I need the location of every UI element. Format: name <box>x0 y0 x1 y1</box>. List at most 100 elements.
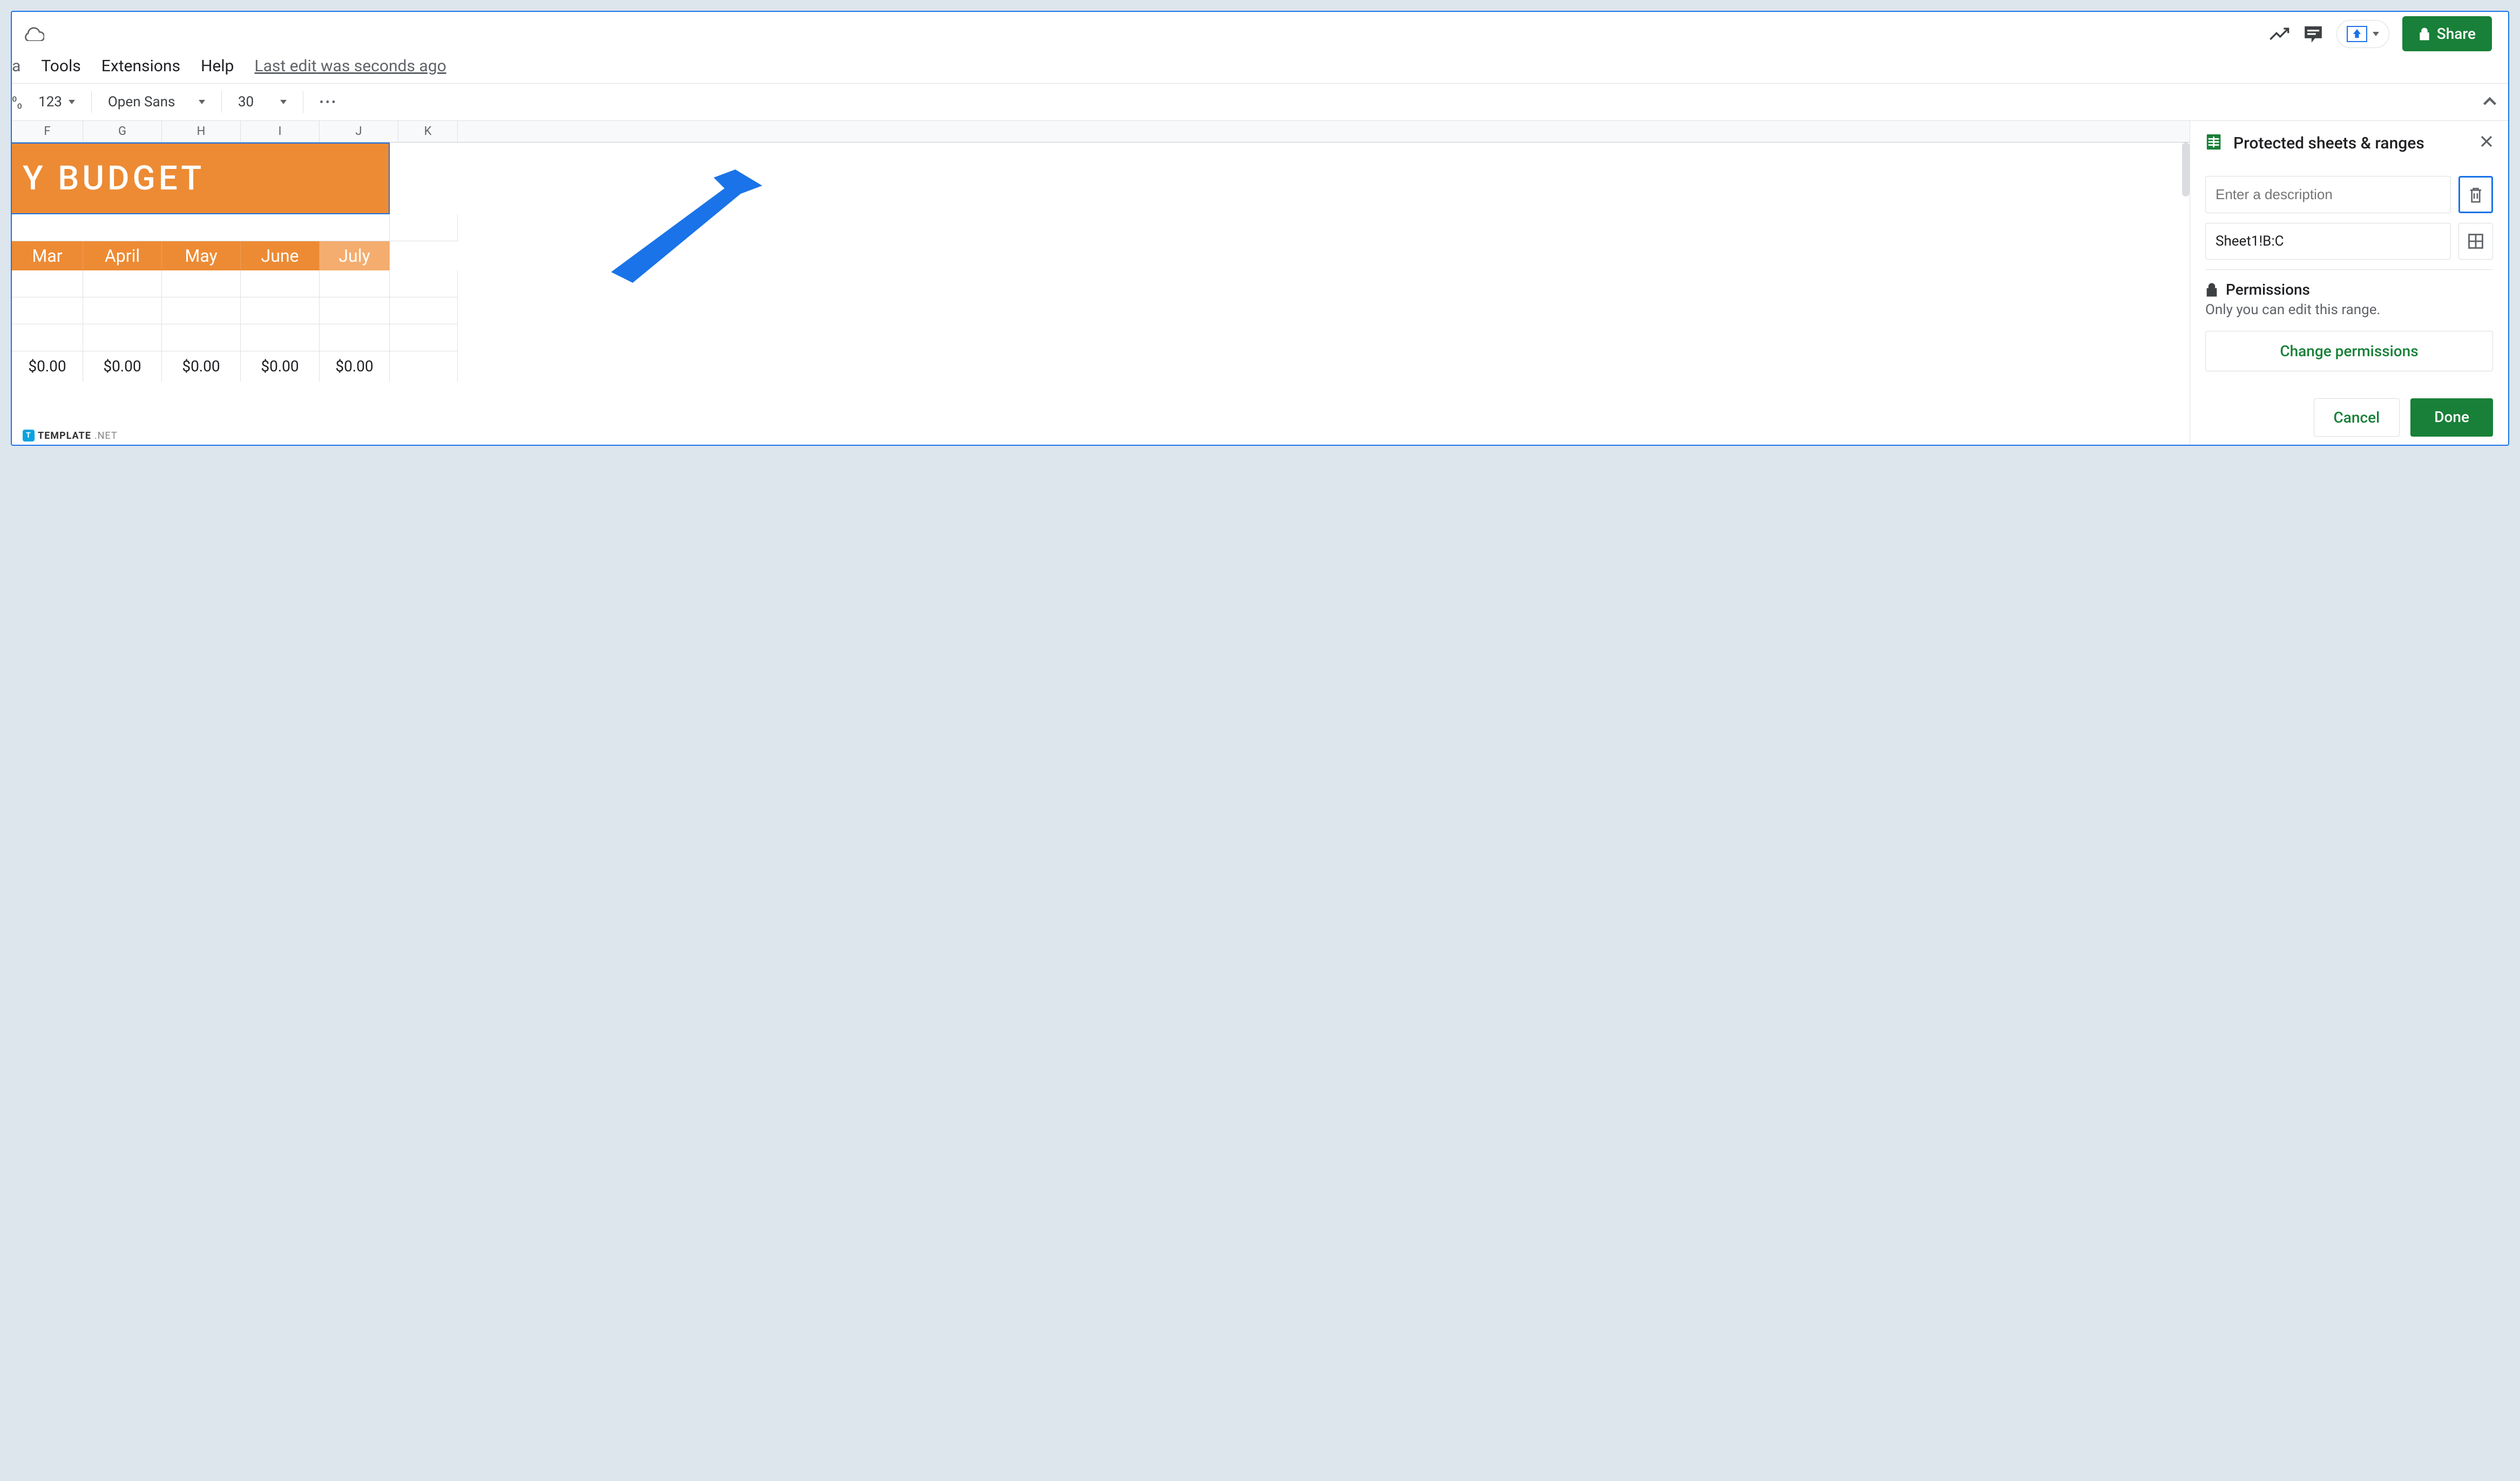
close-panel-button[interactable] <box>2480 135 2493 151</box>
permissions-section: Permissions Only you can edit this range… <box>2205 269 2493 371</box>
total-cell[interactable]: $0.00 <box>241 351 320 382</box>
cell[interactable] <box>241 270 320 297</box>
cell[interactable] <box>390 324 458 351</box>
cell[interactable] <box>320 270 390 297</box>
last-edit-link[interactable]: Last edit was seconds ago <box>254 57 446 76</box>
select-range-button[interactable] <box>2458 223 2493 260</box>
separator <box>91 91 92 113</box>
description-input[interactable] <box>2205 176 2451 213</box>
trending-icon[interactable] <box>2268 26 2290 42</box>
cell[interactable] <box>390 297 458 324</box>
watermark-text: TEMPLATE <box>38 430 91 441</box>
total-cell[interactable]: $0.00 <box>83 351 162 382</box>
font-size-label: 30 <box>238 94 254 110</box>
permissions-description: Only you can edit this range. <box>2205 302 2493 318</box>
more-tools-icon[interactable]: ••• <box>320 96 338 108</box>
watermark: T TEMPLATE.NET <box>23 430 118 441</box>
budget-title-cell[interactable]: Y BUDGET <box>12 142 390 214</box>
trash-icon <box>2468 186 2483 203</box>
cell[interactable] <box>12 297 83 324</box>
panel-footer: Cancel Done <box>2190 382 2508 446</box>
total-cell[interactable]: $0.00 <box>320 351 390 382</box>
menu-help[interactable]: Help <box>201 57 234 76</box>
cell[interactable] <box>241 297 320 324</box>
cell[interactable] <box>83 297 162 324</box>
col-header[interactable]: H <box>162 121 241 142</box>
number-format-dropdown[interactable]: 123 <box>38 94 75 110</box>
menu-item-partial[interactable]: a <box>12 57 21 76</box>
month-cell[interactable]: April <box>83 241 162 270</box>
number-format-label: 123 <box>38 94 62 110</box>
separator <box>221 91 222 113</box>
delete-protection-button[interactable] <box>2458 176 2493 213</box>
collapse-toolbar-icon[interactable] <box>2482 94 2497 110</box>
month-cell[interactable]: June <box>241 241 320 270</box>
cell[interactable] <box>12 270 83 297</box>
col-header[interactable]: I <box>241 121 320 142</box>
app-frame: Share a Tools Extensions Help Last edit … <box>11 11 2509 446</box>
month-cell-selected[interactable]: July <box>320 241 390 270</box>
month-cell[interactable]: May <box>162 241 241 270</box>
col-header[interactable]: F <box>12 121 83 142</box>
panel-header: Protected sheets & ranges <box>2190 121 2508 165</box>
font-label: Open Sans <box>108 94 175 110</box>
cell[interactable] <box>320 297 390 324</box>
total-cell[interactable]: $0.00 <box>162 351 241 382</box>
cell[interactable] <box>162 297 241 324</box>
cell[interactable] <box>12 324 83 351</box>
dropdown-caret-icon <box>2373 32 2379 36</box>
menu-extensions[interactable]: Extensions <box>101 57 180 76</box>
cell[interactable] <box>241 324 320 351</box>
panel-body: Sheet1!B:C Permissions Only you can edit… <box>2190 165 2508 382</box>
grid-icon <box>2468 234 2483 249</box>
caret-icon <box>280 100 287 104</box>
total-cell[interactable]: $0.00 <box>12 351 83 382</box>
present-dropdown[interactable] <box>2336 20 2389 48</box>
month-header-row: Mar April May June July <box>12 241 390 270</box>
caret-icon <box>199 100 205 104</box>
month-cell[interactable]: Mar <box>12 241 83 270</box>
font-dropdown[interactable]: Open Sans <box>108 94 205 110</box>
cell[interactable] <box>83 324 162 351</box>
cell[interactable] <box>320 324 390 351</box>
lock-icon <box>2419 27 2430 41</box>
cell[interactable] <box>162 324 241 351</box>
totals-row: $0.00 $0.00 $0.00 $0.00 $0.00 <box>12 351 2190 382</box>
decimal-icon[interactable]: ⁰₀ <box>12 94 22 110</box>
permissions-label: Permissions <box>2226 281 2310 298</box>
col-header[interactable]: K <box>398 121 458 142</box>
menu-tools[interactable]: Tools <box>41 57 80 76</box>
col-header[interactable]: G <box>83 121 162 142</box>
range-input[interactable]: Sheet1!B:C <box>2205 223 2451 260</box>
menu-bar: a Tools Extensions Help Last edit was se… <box>12 51 2508 84</box>
share-label: Share <box>2437 25 2476 43</box>
cell[interactable] <box>390 351 458 382</box>
sheets-icon <box>2205 133 2224 153</box>
watermark-badge: T <box>23 430 35 441</box>
protected-ranges-panel: Protected sheets & ranges Sheet1!B:C <box>2190 121 2508 445</box>
col-header[interactable]: J <box>320 121 398 142</box>
vertical-scrollbar[interactable] <box>2182 142 2190 196</box>
present-icon <box>2347 26 2367 42</box>
caret-icon <box>69 100 75 104</box>
panel-title: Protected sheets & ranges <box>2233 134 2470 153</box>
column-headers: F G H I J K <box>12 121 2190 142</box>
lock-icon <box>2205 282 2218 297</box>
title-bar: Share <box>12 12 2508 51</box>
cell[interactable] <box>390 270 458 297</box>
share-button[interactable]: Share <box>2402 16 2492 51</box>
cell[interactable] <box>12 214 390 241</box>
toolbar: ⁰₀ 123 Open Sans 30 ••• <box>12 84 2508 121</box>
cell[interactable] <box>390 214 458 241</box>
spreadsheet-area[interactable]: F G H I J K Y BUDGET Mar April May June … <box>12 121 2190 445</box>
cell[interactable] <box>162 270 241 297</box>
cloud-sync-icon <box>23 25 44 43</box>
cancel-button[interactable]: Cancel <box>2314 398 2400 437</box>
font-size-dropdown[interactable]: 30 <box>238 94 287 110</box>
done-button[interactable]: Done <box>2410 398 2493 437</box>
cell[interactable] <box>83 270 162 297</box>
content-area: F G H I J K Y BUDGET Mar April May June … <box>12 121 2508 445</box>
watermark-suffix: .NET <box>94 430 118 441</box>
change-permissions-button[interactable]: Change permissions <box>2205 331 2493 371</box>
comment-history-icon[interactable] <box>2303 24 2323 44</box>
